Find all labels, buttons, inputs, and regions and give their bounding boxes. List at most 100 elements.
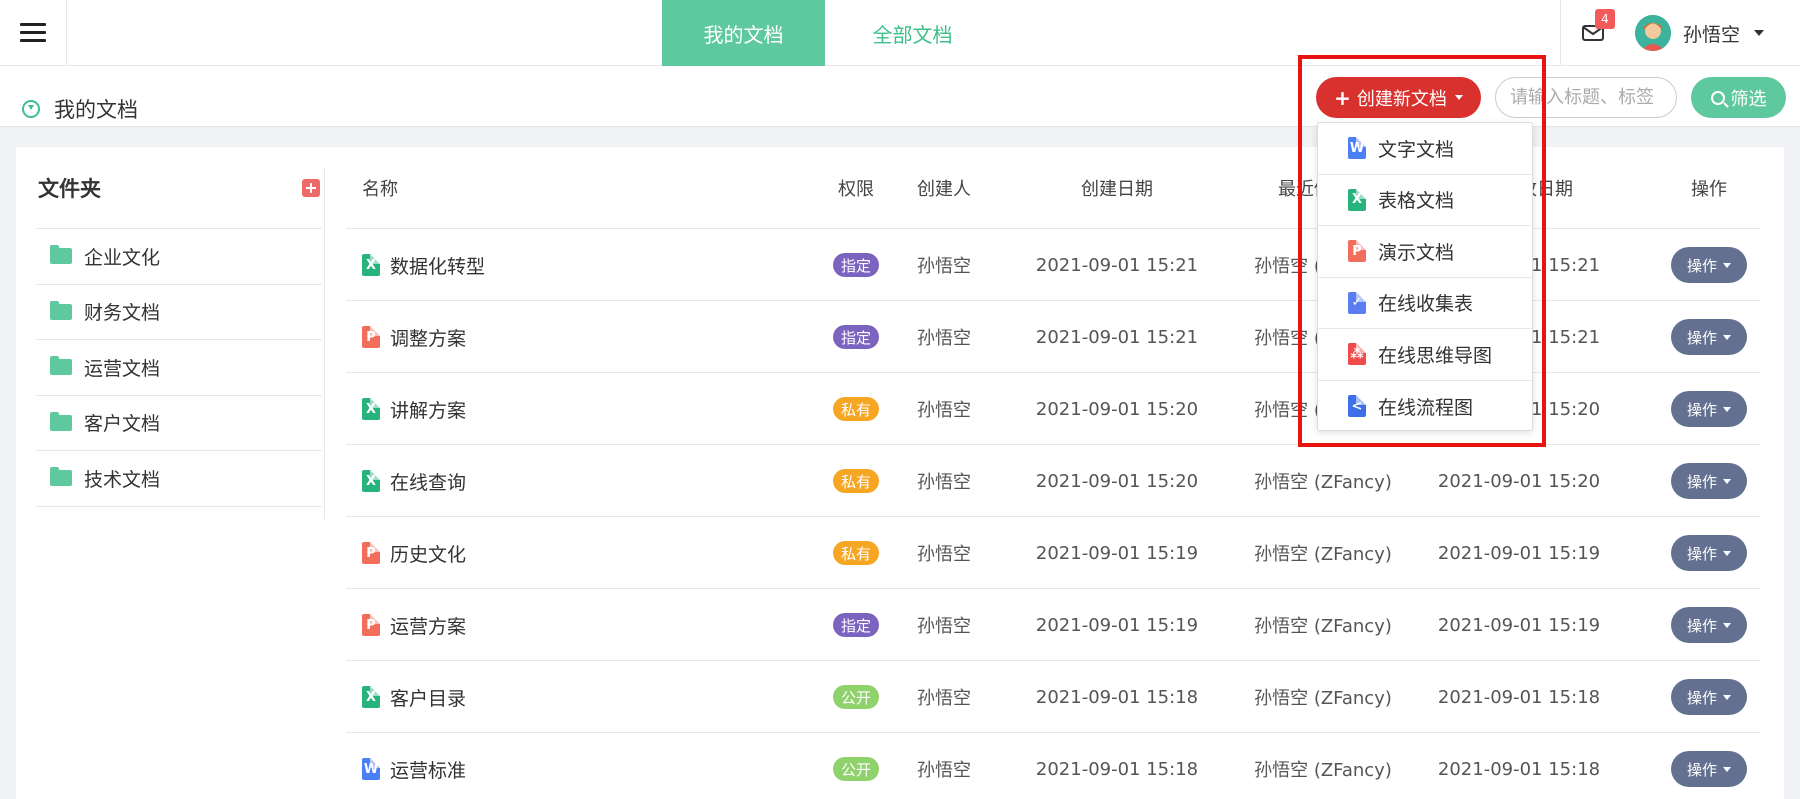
cell-creator: 孙悟空 — [917, 400, 971, 421]
table-row[interactable]: P 历史文化 私有 孙悟空 2021-09-01 15:19 孙悟空 (ZFancy) 20… — [346, 517, 1761, 589]
cell-creator: 孙悟空 — [917, 256, 971, 277]
filter-button[interactable]: 筛选 — [1691, 77, 1786, 118]
cell-name[interactable]: X 在线查询 — [362, 445, 466, 517]
username[interactable]: 孙悟空 — [1683, 20, 1740, 47]
cell-name[interactable]: X 讲解方案 — [362, 373, 466, 445]
permission-badge: 私有 — [832, 397, 879, 421]
permission-badge: 公开 — [832, 685, 879, 709]
folder-item[interactable]: 财务文档 — [36, 285, 322, 340]
cell-modified-date: 2021-09-01 15:20 — [1437, 470, 1601, 492]
presentation-icon: P — [1348, 240, 1366, 263]
cell-operation: 操作 — [1671, 589, 1747, 661]
dropdown-item[interactable]: ✓ 在线收集表 — [1318, 278, 1532, 329]
add-folder-icon[interactable] — [302, 178, 320, 197]
header-creator[interactable]: 创建人 — [914, 147, 974, 229]
document-name[interactable]: 数据化转型 — [390, 252, 485, 279]
folder-item[interactable]: 客户文档 — [36, 396, 322, 451]
cell-name[interactable]: P 调整方案 — [362, 301, 466, 373]
cell-permission: 私有 — [830, 373, 882, 445]
header-operation: 操作 — [1691, 179, 1727, 200]
permission-badge: 指定 — [832, 253, 879, 277]
operation-button[interactable]: 操作 — [1671, 679, 1747, 715]
chevron-down-icon — [1723, 478, 1731, 484]
header-permission[interactable]: 权限 — [830, 147, 882, 229]
operation-button[interactable]: 操作 — [1671, 751, 1747, 787]
document-name[interactable]: 在线查询 — [390, 468, 466, 495]
presentation-icon: P — [362, 614, 380, 636]
cell-operation: 操作 — [1671, 661, 1747, 733]
cell-modified-date: 2021-09-01 15:18 — [1437, 686, 1601, 708]
cell-created-date: 2021-09-01 15:21 — [1035, 326, 1199, 348]
cell-created-date: 2021-09-01 15:19 — [1035, 542, 1199, 564]
cell-name[interactable]: W 运营标准 — [362, 733, 466, 799]
document-name[interactable]: 客户目录 — [390, 684, 466, 711]
dropdown-item[interactable]: < 在线流程图 — [1318, 381, 1532, 433]
word-document-icon: W — [1348, 137, 1366, 160]
document-table: 名称 权限 创建人 创建日期 最近修改人 最近修改日期 操作 X数据化转型指定孙… — [346, 147, 1761, 799]
plus-icon: + — [1334, 85, 1351, 110]
breadcrumb-label: 我的文档 — [54, 98, 138, 122]
cell-name[interactable]: P 运营方案 — [362, 589, 466, 661]
folder-item[interactable]: 运营文档 — [36, 340, 322, 396]
table-row[interactable]: X数据化转型指定孙悟空2021-09-01 15:21孙悟空 (ZFancy)2… — [346, 229, 1761, 301]
tab-my-documents[interactable]: 我的文档 — [662, 0, 825, 66]
folder-sidebar: 文件夹 企业文化财务文档运营文档 客户文档 技术文档 — [36, 147, 322, 507]
operation-label: 操作 — [1686, 544, 1717, 563]
dropdown-item[interactable]: W 文字文档 — [1318, 123, 1532, 175]
circle-download-icon — [22, 100, 40, 118]
hamburger-menu-button[interactable] — [0, 0, 67, 66]
user-menu-caret-icon[interactable] — [1754, 30, 1765, 36]
folder-item[interactable]: 企业文化 — [36, 229, 322, 285]
operation-button[interactable]: 操作 — [1671, 607, 1747, 643]
document-name[interactable]: 历史文化 — [390, 540, 466, 567]
folder-header: 文件夹 — [36, 147, 322, 229]
folder-icon — [50, 411, 72, 431]
cell-name[interactable]: X 客户目录 — [362, 661, 466, 733]
document-name[interactable]: 运营标准 — [390, 756, 466, 783]
chevron-down-icon — [1723, 406, 1731, 412]
folder-item[interactable]: 技术文档 — [36, 451, 322, 507]
cell-name[interactable]: P 历史文化 — [362, 517, 466, 589]
avatar-image — [1635, 15, 1671, 51]
cell-permission: 私有 — [830, 445, 882, 517]
tab-all-documents[interactable]: 全部文档 — [831, 0, 994, 66]
table-row[interactable]: X讲解方案私有孙悟空2021-09-01 15:20孙悟空 (ZFancy)20… — [346, 373, 1761, 445]
operation-button[interactable]: 操作 — [1671, 463, 1747, 499]
chevron-down-icon — [1723, 694, 1731, 700]
cell-modified-date: 2021-09-01 15:19 — [1437, 614, 1601, 636]
permission-badge: 私有 — [832, 469, 879, 493]
dropdown-item[interactable]: ⁂ 在线思维导图 — [1318, 329, 1532, 381]
cell-permission: 公开 — [830, 661, 882, 733]
dropdown-item-label: 在线收集表 — [1378, 293, 1474, 316]
table-row[interactable]: P 运营方案 指定 孙悟空 2021-09-01 15:19 孙悟空 (ZFancy) 20… — [346, 589, 1761, 661]
table-row[interactable]: X 客户目录 公开 孙悟空 2021-09-01 15:18 孙悟空 (ZFancy) 20… — [346, 661, 1761, 733]
mail-button[interactable]: 4 — [1581, 9, 1615, 45]
create-document-button[interactable]: + 创建新文档 — [1316, 77, 1481, 118]
operation-button[interactable]: 操作 — [1671, 535, 1747, 571]
document-name[interactable]: 运营方案 — [390, 612, 466, 639]
operation-label: 操作 — [1686, 688, 1717, 707]
avatar[interactable] — [1635, 15, 1671, 51]
operation-button[interactable]: 操作 — [1671, 391, 1747, 427]
cell-operation: 操作 — [1671, 229, 1747, 301]
document-name[interactable]: 讲解方案 — [390, 396, 466, 423]
table-row[interactable]: W 运营标准 公开 孙悟空 2021-09-01 15:18 孙悟空 (ZFancy) 20… — [346, 733, 1761, 799]
table-header: 名称 权限 创建人 创建日期 最近修改人 最近修改日期 操作 — [346, 147, 1761, 229]
permission-badge: 公开 — [832, 757, 879, 781]
search-input[interactable] — [1495, 77, 1677, 118]
presentation-icon: P — [362, 542, 380, 564]
operation-button[interactable]: 操作 — [1671, 319, 1747, 355]
cell-permission: 指定 — [830, 229, 882, 301]
header-name[interactable]: 名称 — [362, 147, 398, 229]
dropdown-item[interactable]: X 表格文档 — [1318, 175, 1532, 226]
operation-button[interactable]: 操作 — [1671, 247, 1747, 283]
document-name[interactable]: 调整方案 — [390, 324, 466, 351]
table-row[interactable]: X 在线查询 私有 孙悟空 2021-09-01 15:20 孙悟空 (ZFancy) 20… — [346, 445, 1761, 517]
folder-label: 财务文档 — [84, 302, 161, 325]
table-row[interactable]: P调整方案指定孙悟空2021-09-01 15:21孙悟空 (ZFancy)20… — [346, 301, 1761, 373]
cell-name[interactable]: X 数据化转型 — [362, 229, 485, 301]
header-created-date[interactable]: 创建日期 — [1032, 147, 1202, 229]
dropdown-item[interactable]: P 演示文档 — [1318, 226, 1532, 278]
operation-label: 操作 — [1686, 256, 1717, 275]
presentation-icon: P — [362, 326, 380, 348]
